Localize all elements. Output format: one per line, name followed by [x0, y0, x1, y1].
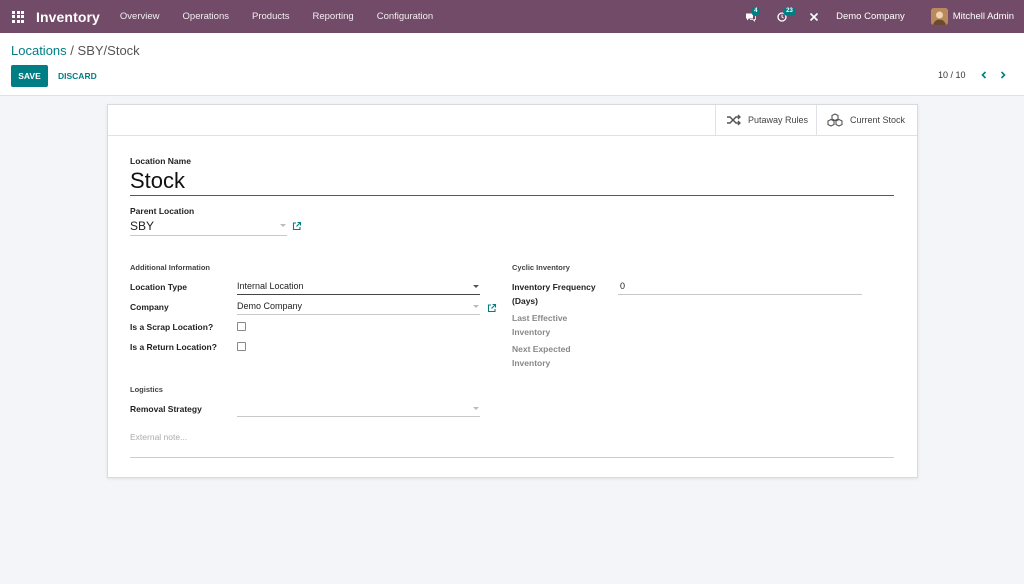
debug-tools-button[interactable] — [804, 0, 824, 33]
scrap-location-checkbox[interactable] — [237, 322, 246, 331]
breadcrumb-current: SBY/Stock — [77, 43, 140, 58]
removal-strategy-label: Removal Strategy — [130, 404, 202, 414]
chevron-down-icon — [473, 285, 479, 288]
last-effective-inventory-label: Last Effective — [512, 313, 568, 323]
company-switcher[interactable]: Demo Company — [836, 11, 905, 22]
removal-strategy-select[interactable] — [237, 401, 480, 417]
additional-information-title: Additional Information — [130, 263, 210, 272]
chevron-down-icon — [473, 305, 479, 308]
user-avatar[interactable] — [930, 8, 948, 25]
breadcrumb: Locations / SBY/Stock — [11, 43, 140, 58]
cubes-icon — [827, 113, 843, 127]
save-button[interactable]: SAVE — [11, 65, 48, 87]
putaway-rules-label: Putaway Rules — [748, 115, 809, 125]
discard-button[interactable]: DISCARD — [58, 65, 97, 87]
return-location-label: Is a Return Location? — [130, 342, 217, 352]
external-note-field[interactable]: External note... — [130, 432, 894, 458]
last-effective-inventory-label-2: Inventory — [512, 327, 551, 337]
app-menu-grid-icon[interactable] — [0, 0, 36, 33]
chevron-down-icon — [473, 407, 479, 410]
scrap-location-label: Is a Scrap Location? — [130, 322, 214, 332]
parent-location-select[interactable]: SBY — [130, 218, 287, 236]
company-value: Demo Company — [237, 301, 303, 311]
inventory-frequency-input[interactable]: 0 — [618, 279, 862, 295]
user-avatar-icon — [930, 8, 948, 25]
company-select[interactable]: Demo Company — [237, 299, 480, 315]
pager-previous-button[interactable] — [977, 68, 991, 82]
location-type-label: Location Type — [130, 282, 187, 292]
company-label: Company — [130, 302, 169, 312]
tools-icon — [810, 12, 819, 21]
breadcrumb-separator: / — [70, 43, 74, 58]
external-note-placeholder: External note... — [130, 432, 188, 442]
menu-products[interactable]: Products — [252, 11, 290, 22]
app-brand[interactable]: Inventory — [36, 9, 100, 25]
user-menu[interactable]: Mitchell Admin — [953, 11, 1014, 22]
current-stock-label: Current Stock — [850, 115, 906, 125]
activities-count-badge: 23 — [783, 7, 796, 16]
next-expected-inventory-label-2: Inventory — [512, 358, 551, 368]
return-location-checkbox[interactable] — [237, 342, 246, 351]
location-name-label: Location Name — [130, 156, 191, 166]
form-sheet: Putaway Rules Current Stock Location Nam… — [107, 104, 918, 478]
inventory-frequency-label-days: (Days) — [512, 296, 538, 306]
breadcrumb-locations-link[interactable]: Locations — [11, 43, 67, 58]
menu-configuration[interactable]: Configuration — [377, 11, 434, 22]
activities-button[interactable]: 23 — [772, 0, 796, 33]
external-link-icon[interactable] — [292, 221, 302, 231]
messages-count-badge: 4 — [751, 7, 761, 16]
messages-button[interactable]: 4 — [740, 0, 761, 33]
parent-location-value: SBY — [130, 219, 155, 233]
chevron-down-icon — [280, 224, 286, 227]
location-type-select[interactable]: Internal Location — [237, 279, 480, 295]
location-type-value: Internal Location — [237, 281, 304, 291]
top-navbar: Inventory Overview Operations Products R… — [0, 0, 1024, 33]
inventory-frequency-label: Inventory Frequency — [512, 282, 596, 292]
control-panel: Locations / SBY/Stock SAVE DISCARD 10 / … — [0, 33, 1024, 96]
next-expected-inventory-label: Next Expected — [512, 344, 571, 354]
putaway-rules-button[interactable]: Putaway Rules — [715, 105, 816, 135]
smart-button-box: Putaway Rules Current Stock — [108, 105, 917, 136]
location-name-input[interactable]: Stock — [130, 168, 894, 196]
current-stock-button[interactable]: Current Stock — [816, 105, 917, 135]
chevron-left-icon — [981, 71, 987, 79]
pager-next-button[interactable] — [996, 68, 1010, 82]
pager-value[interactable]: 10 / 10 — [938, 70, 966, 80]
menu-operations[interactable]: Operations — [183, 11, 229, 22]
random-shuffle-icon — [727, 114, 741, 126]
external-link-icon[interactable] — [487, 303, 497, 313]
parent-location-label: Parent Location — [130, 206, 195, 216]
cyclic-inventory-title: Cyclic Inventory — [512, 263, 570, 272]
menu-overview[interactable]: Overview — [120, 11, 160, 22]
menu-reporting[interactable]: Reporting — [313, 11, 354, 22]
logistics-title: Logistics — [130, 385, 163, 394]
chevron-right-icon — [1000, 71, 1006, 79]
